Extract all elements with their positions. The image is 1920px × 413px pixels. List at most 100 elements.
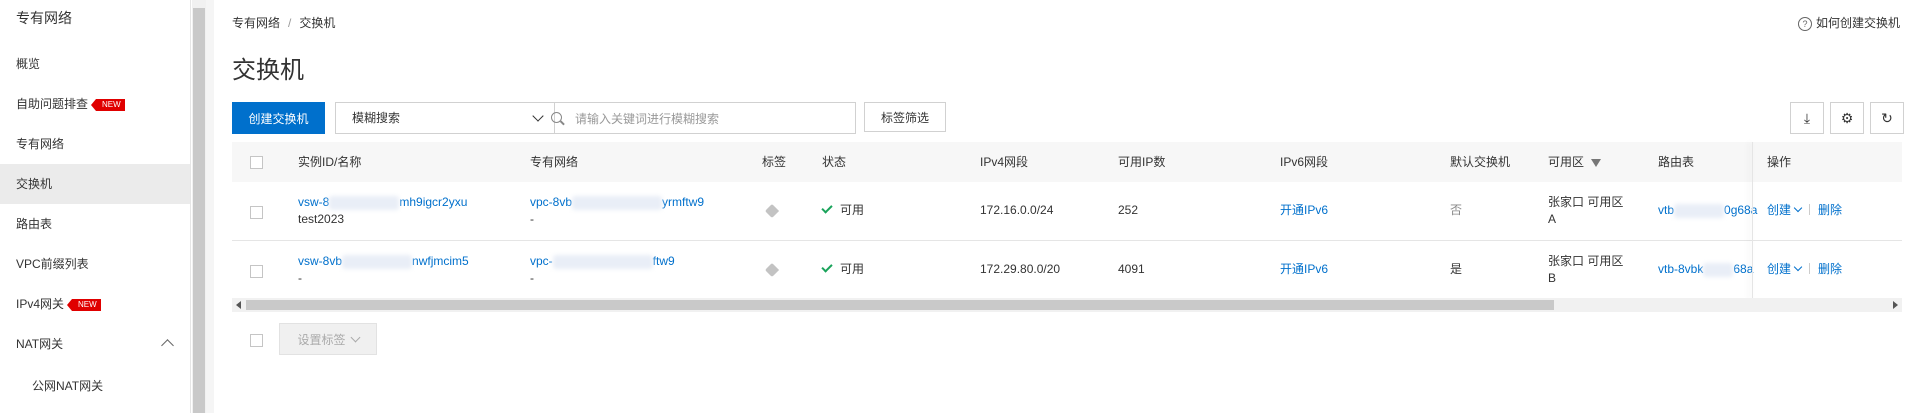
actions-cell: 创建 删除 — [1767, 202, 1863, 219]
ipv4-cell: 172.16.0.0/24 — [980, 203, 1054, 217]
tag-filter-button[interactable]: 标签筛选 — [864, 102, 946, 132]
zone-line1: 张家口 可用区 — [1548, 254, 1624, 268]
divider — [1809, 204, 1811, 215]
breadcrumb-separator: / — [288, 16, 292, 30]
instance-id-link[interactable]: vsw-8 mh9igcr2yxu — [298, 195, 467, 210]
chevron-up-icon[interactable] — [161, 339, 174, 352]
redacted-block — [329, 195, 400, 210]
redacted-block — [1674, 203, 1725, 218]
column-header-vpc: 专有网络 — [530, 155, 579, 169]
sidebar-item-ipv4-gateway[interactable]: IPv4网关 NEW — [0, 284, 190, 324]
zone-line1: 张家口 可用区 — [1548, 195, 1624, 209]
redacted-block — [342, 254, 413, 269]
sidebar-item-route-table[interactable]: 路由表 — [0, 204, 190, 244]
refresh-icon[interactable]: ↻ — [1870, 102, 1904, 134]
create-dropdown[interactable]: 创建 — [1767, 203, 1803, 217]
fixed-column-shadow — [1752, 142, 1753, 300]
set-tag-button[interactable]: 设置标签 — [279, 323, 377, 355]
route-id-prefix: vtb — [1658, 203, 1675, 217]
sidebar: 专有网络 概览 自助问题排查 NEW 专有网络 交换机 路由表 VPC前缀列表 I… — [0, 0, 191, 413]
chevron-down-icon — [1793, 203, 1803, 213]
gutter — [206, 0, 214, 413]
chevron-down-icon — [1793, 262, 1803, 272]
search-mode-select[interactable]: 模糊搜索 — [335, 102, 555, 134]
sidebar-item-label: IPv4网关 — [16, 297, 65, 311]
vpc-link[interactable]: vpc-8vb yrmftw9 — [530, 195, 705, 210]
enable-ipv6-link[interactable]: 开通IPv6 — [1280, 261, 1328, 278]
scrollbar-thumb[interactable] — [246, 300, 1554, 310]
divider — [1809, 263, 1811, 274]
row-checkbox[interactable] — [250, 206, 263, 219]
breadcrumb: 专有网络 / 交换机 — [232, 14, 335, 31]
delete-link[interactable]: 删除 — [1818, 203, 1842, 217]
select-all-checkbox[interactable] — [250, 156, 263, 169]
breadcrumb-root[interactable]: 专有网络 — [232, 16, 280, 30]
page-title: 交换机 — [232, 57, 304, 84]
download-icon[interactable]: ⤓ — [1790, 102, 1824, 134]
route-id-prefix: vtb-8vbk — [1658, 262, 1704, 276]
scrollbar-thumb[interactable] — [193, 8, 205, 413]
sidebar-scrollbar[interactable] — [192, 0, 206, 413]
search-input[interactable] — [573, 108, 847, 130]
filter-icon[interactable] — [1591, 159, 1602, 167]
create-vswitch-button[interactable]: 创建交换机 — [232, 102, 325, 134]
sidebar-item-nat-gateway[interactable]: NAT网关 — [0, 324, 190, 364]
vpc-id-suffix: yrmftw9 — [662, 195, 705, 209]
available-ips-cell: 4091 — [1118, 262, 1145, 276]
search-box[interactable] — [537, 102, 856, 134]
vpc-link[interactable]: vpc-ftw9 — [530, 254, 675, 269]
help-link[interactable]: ? 如何创建交换机 — [1797, 14, 1900, 31]
help-link-label: 如何创建交换机 — [1815, 16, 1900, 30]
status-cell: 可用 — [821, 202, 865, 219]
create-dropdown[interactable]: 创建 — [1767, 262, 1803, 276]
available-ips-cell: 252 — [1118, 203, 1139, 217]
zone-cell: 张家口 可用区 B — [1548, 253, 1623, 287]
status-text: 可用 — [840, 203, 865, 217]
redacted-block — [552, 254, 653, 269]
sidebar-item-vpc[interactable]: 专有网络 — [0, 124, 190, 164]
sidebar-item-label: 专有网络 — [16, 137, 65, 151]
sidebar-item-vswitch[interactable]: 交换机 — [0, 164, 190, 204]
instance-id-link[interactable]: vsw-8vb nwfjmcim5 — [298, 254, 469, 269]
sidebar-item-troubleshoot[interactable]: 自助问题排查 NEW — [0, 84, 190, 124]
actions-cell: 创建 删除 — [1767, 261, 1863, 278]
column-header-zone: 可用区 — [1548, 142, 1602, 182]
column-header-tags: 标签 — [762, 155, 787, 169]
sidebar-item-overview[interactable]: 概览 — [0, 44, 190, 84]
scroll-right-arrow-icon[interactable] — [1893, 301, 1898, 309]
enable-ipv6-link[interactable]: 开通IPv6 — [1280, 202, 1328, 219]
route-table-link[interactable]: vtb-8vbk 68a — [1658, 261, 1753, 278]
table-horizontal-scrollbar[interactable] — [232, 298, 1902, 312]
new-badge: NEW — [67, 298, 101, 311]
footer-select-all-checkbox[interactable] — [250, 334, 263, 347]
instance-id-prefix: vsw-8 — [298, 195, 330, 209]
search-mode-value: 模糊搜索 — [352, 111, 401, 125]
search-icon — [551, 112, 562, 123]
vpc-name: - — [530, 212, 534, 226]
instance-id-prefix: vsw-8vb — [298, 254, 343, 268]
column-header-actions: 操作 — [1767, 155, 1792, 169]
instance-name: - — [298, 271, 302, 285]
sidebar-item-public-nat[interactable]: 公网NAT网关 — [0, 366, 190, 406]
tag-icon[interactable] — [764, 262, 780, 278]
vpc-id-prefix: vpc-8vb — [530, 195, 573, 209]
zone-line2: A — [1548, 212, 1557, 226]
instance-id-cell: vsw-8vb nwfjmcim5 - — [298, 253, 469, 287]
row-checkbox[interactable] — [250, 265, 263, 278]
gear-icon[interactable]: ⚙ — [1830, 102, 1864, 134]
scroll-left-arrow-icon[interactable] — [236, 301, 241, 309]
default-vswitch-cell: 是 — [1450, 262, 1463, 276]
sidebar-item-prefix-list[interactable]: VPC前缀列表 — [0, 244, 190, 284]
table-header: 实例ID/名称 专有网络 标签 状态 IPv4网段 可用IP数 IPv6网段 默… — [232, 142, 1902, 182]
instance-id-suffix: nwfjmcim5 — [412, 254, 469, 268]
delete-link[interactable]: 删除 — [1818, 262, 1842, 276]
ipv4-cell: 172.29.80.0/20 — [980, 262, 1061, 276]
column-header-route-table: 路由表 — [1658, 155, 1695, 169]
route-table-link[interactable]: vtb 0g68a — [1658, 202, 1757, 219]
tag-icon[interactable] — [764, 203, 780, 219]
set-tag-label: 设置标签 — [297, 332, 346, 347]
table-row: vsw-8vb nwfjmcim5 - vpc-ftw9 - 可用 172.29.… — [232, 241, 1902, 300]
vpc-name: - — [530, 271, 534, 285]
sidebar-item-label: VPC前缀列表 — [16, 257, 89, 271]
vpc-id-suffix: ftw9 — [652, 254, 675, 268]
